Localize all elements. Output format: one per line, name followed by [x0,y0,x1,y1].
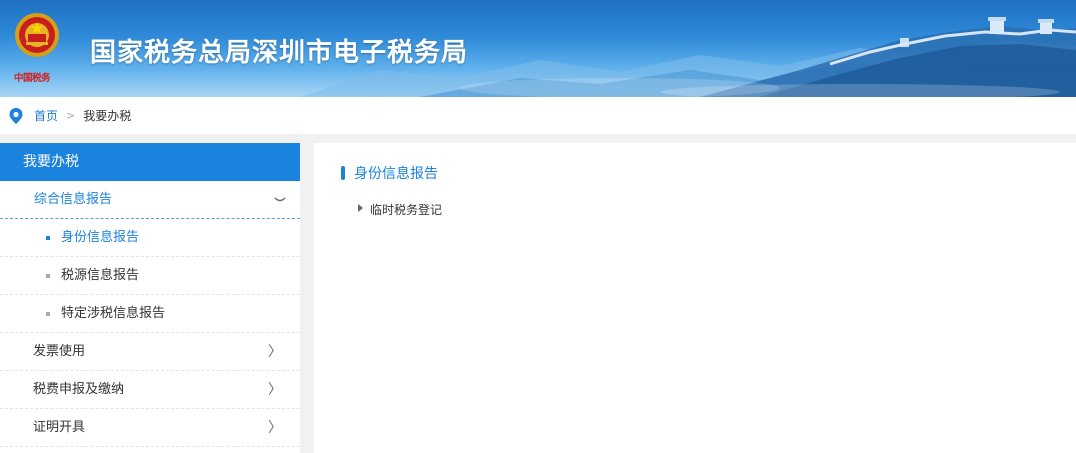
bullet-icon [46,312,50,316]
chevron-down-icon [274,197,286,202]
sidebar-subitem-label: 特定涉税信息报告 [61,306,166,321]
temporary-tax-registration-link[interactable]: 临时税务登记 [370,201,442,218]
sidebar-item-certificate-issuance[interactable]: 证明开具 〉 [0,409,300,447]
sidebar-item-label: 发票使用 [33,344,86,359]
sidebar-item-invoice-use[interactable]: 发票使用 〉 [0,333,300,371]
sidebar-title: 我要办税 [0,143,300,181]
sidebar-subitem-label: 税源信息报告 [61,268,140,283]
motto-text: 中国税务 [14,73,51,84]
sidebar: 我要办税 综合信息报告 身份信息报告 税源信息报告 特定涉税信息报告 发票使用 … [0,143,300,453]
chevron-right-icon: 〉 [268,382,282,398]
national-emblem-icon [15,13,59,57]
sidebar-subitem-tax-source-report[interactable]: 税源信息报告 [0,257,300,295]
main-panel: 身份信息报告 临时税务登记 [314,143,1076,453]
sidebar-item-label: 证明开具 [33,420,86,435]
breadcrumb-current: 我要办税 [83,109,132,123]
sidebar-group-label: 综合信息报告 [34,192,113,207]
sidebar-item-tax-filing-payment[interactable]: 税费申报及缴纳 〉 [0,371,300,409]
breadcrumb: 首页 > 我要办税 [0,97,1076,134]
sidebar-subitem-identity-report[interactable]: 身份信息报告 [0,219,300,257]
sidebar-subitem-label: 身份信息报告 [61,230,140,245]
bullet-icon [46,236,50,240]
breadcrumb-separator: > [66,109,76,122]
triangle-right-icon [358,204,363,212]
location-pin-icon [9,107,23,124]
bullet-icon [46,274,50,278]
section-title: 身份信息报告 [354,166,438,182]
sidebar-subitem-specific-tax-report[interactable]: 特定涉税信息报告 [0,295,300,333]
site-banner: 中国税务 国家税务总局深圳市电子税务局 [0,0,1076,97]
section-marker [341,166,345,180]
chevron-right-icon: 〉 [268,420,282,436]
site-title: 国家税务总局深圳市电子税务局 [90,38,469,68]
sidebar-group-comprehensive-report[interactable]: 综合信息报告 [0,181,300,219]
sidebar-item-label: 税费申报及缴纳 [33,382,125,397]
breadcrumb-home-link[interactable]: 首页 [34,107,58,124]
chevron-right-icon: 〉 [268,344,282,360]
